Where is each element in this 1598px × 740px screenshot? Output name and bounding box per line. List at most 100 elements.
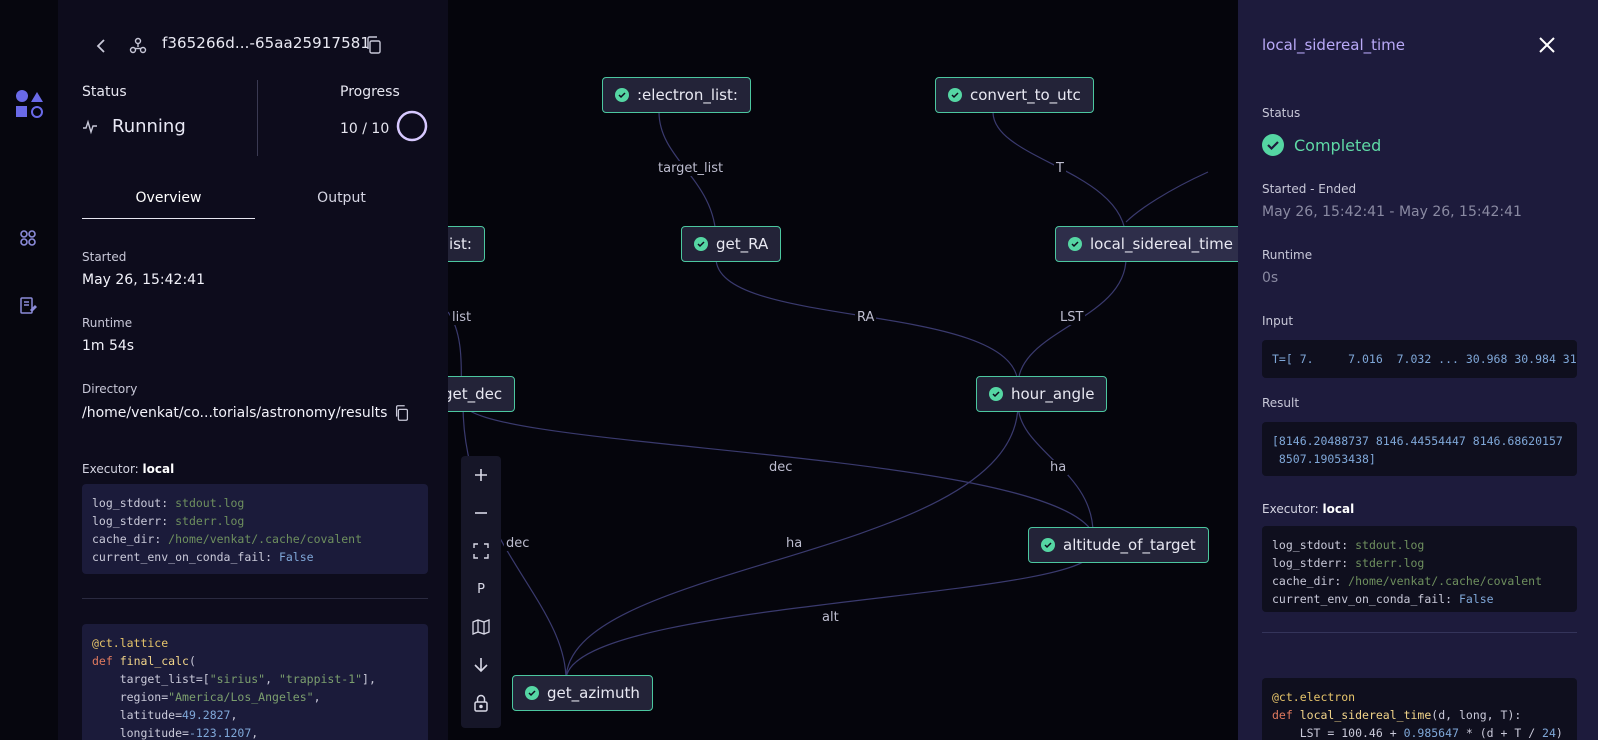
graph-node[interactable]: ist: <box>448 226 485 262</box>
runtime-value: 1m 54s <box>82 338 135 354</box>
config-row: current_env_on_conda_fail: False <box>92 550 314 564</box>
progress-ring <box>396 110 428 142</box>
status-value: Running <box>82 116 186 137</box>
edge-label: dec <box>767 460 795 475</box>
status-value: Completed <box>1262 134 1381 156</box>
graph-node[interactable]: hour_angle <box>976 376 1108 412</box>
result-value: [8146.20488737 8146.44554447 8146.686201… <box>1262 422 1577 476</box>
edge-label: LST <box>1058 310 1086 325</box>
graph-node-selected[interactable]: local_sidereal_time <box>1055 226 1238 262</box>
config-key: cache_dir <box>92 532 155 546</box>
copy-directory-icon[interactable] <box>393 404 411 422</box>
progress-value: 10 / 10 <box>340 121 390 137</box>
code-line: @ct.lattice <box>92 636 169 650</box>
node-label: hour_angle <box>1011 385 1095 403</box>
executor-config: log_stdout: stdout.log log_stderr: stderr… <box>82 484 428 574</box>
edge-label: alt <box>820 610 841 625</box>
edge-label: ha <box>784 536 805 551</box>
config-value: /home/venkat/.cache/covalent <box>1348 574 1543 588</box>
config-key: current_env_on_conda_fail <box>1272 592 1446 606</box>
graph-node[interactable]: get_azimuth <box>512 675 653 711</box>
config-key: current_env_on_conda_fail <box>92 550 266 564</box>
toggle-params-button[interactable]: P <box>461 570 501 608</box>
directory-field: Directory /home/venkat/co...torials/astr… <box>82 382 428 422</box>
check-icon <box>525 686 539 700</box>
check-circle-icon <box>1262 134 1284 156</box>
edge <box>1125 171 1209 223</box>
executor-label: Executor: <box>1262 502 1319 516</box>
code-line: @ct.electron <box>1272 690 1356 704</box>
fullscreen-icon <box>473 543 489 559</box>
edge <box>658 111 717 241</box>
started-field: Started May 26, 15:42:41 <box>82 250 205 288</box>
node-label: get_dec <box>448 385 503 403</box>
code-line: region="America/Los_Angeles", <box>92 690 321 704</box>
graph-node[interactable]: altitude_of_target <box>1028 527 1209 563</box>
download-button[interactable] <box>461 646 501 684</box>
arrow-down-icon <box>474 658 488 673</box>
graph-node[interactable]: get_dec <box>448 376 516 412</box>
started-value: May 26, 15:42:41 <box>82 272 205 288</box>
logs-icon[interactable] <box>14 292 42 320</box>
config-key: log_stderr <box>1272 556 1342 570</box>
graph-node[interactable]: :electron_list: <box>602 77 751 113</box>
dashboard-icon[interactable] <box>14 224 42 252</box>
config-value: stderr.log <box>1355 556 1425 570</box>
runtime-label: Runtime <box>82 316 133 330</box>
dispatch-id: f365266d...-65aa25917581 <box>162 34 370 52</box>
minimap-button[interactable] <box>461 608 501 646</box>
transport-graph-canvas[interactable]: target_list T list RA LST dec ha dec ha … <box>448 0 1238 740</box>
copy-icon <box>367 36 381 54</box>
tab-output[interactable]: Output <box>255 184 428 218</box>
lock-icon <box>474 694 488 712</box>
progress-label: Progress <box>340 84 400 100</box>
zoom-in-button[interactable] <box>461 456 501 494</box>
electron-source-code: @ct.electron def local_sidereal_time(d, l… <box>1262 678 1577 740</box>
config-row: log_stderr: stderr.log <box>92 514 245 528</box>
edge-label: RA <box>855 310 877 325</box>
config-row: cache_dir: /home/venkat/.cache/covalent <box>92 532 363 546</box>
config-row: log_stdout: stdout.log <box>1272 538 1425 552</box>
input-field: Input <box>1262 314 1293 336</box>
close-button[interactable] <box>1536 34 1558 56</box>
status-field: Status <box>1262 106 1300 128</box>
divider <box>82 598 428 599</box>
map-icon <box>472 619 490 635</box>
electron-details-drawer: local_sidereal_time Status Completed Sta… <box>1238 0 1598 740</box>
config-row: cache_dir: /home/venkat/.cache/covalent <box>1272 574 1543 588</box>
covalent-logo-icon[interactable] <box>14 88 44 120</box>
config-value: stdout.log <box>1355 538 1425 552</box>
tab-overview[interactable]: Overview <box>82 184 255 219</box>
dispatch-icon <box>128 36 148 56</box>
node-label: local_sidereal_time <box>1090 235 1233 253</box>
status-text: Running <box>112 116 186 137</box>
zoom-out-button[interactable] <box>461 494 501 532</box>
input-value: T=[ 7. 7.016 7.032 ... 30.968 30.984 31.… <box>1262 340 1577 378</box>
check-icon <box>694 237 708 251</box>
started-ended-field: Started - Ended May 26, 15:42:41 - May 2… <box>1262 182 1522 220</box>
input-text: T=[ 7. 7.016 7.032 ... 30.968 30.984 31.… <box>1272 352 1577 366</box>
back-button[interactable] <box>92 36 112 56</box>
code-line: def local_sidereal_time(d, long, T): <box>1272 708 1522 722</box>
node-label: ist: <box>449 235 472 253</box>
electron-title: local_sidereal_time <box>1262 36 1405 54</box>
code-line: LST = 100.46 + 0.985647 * (d + T / 24) <box>1272 726 1563 740</box>
check-icon <box>615 88 629 102</box>
executor-value: local <box>1322 502 1355 516</box>
divider <box>1262 632 1577 633</box>
config-row: current_env_on_conda_fail: False <box>1272 592 1494 606</box>
node-label: get_RA <box>716 235 769 253</box>
fit-view-button[interactable] <box>461 532 501 570</box>
plus-icon <box>475 469 487 481</box>
result-line: [8146.20488737 8146.44554447 8146.686201… <box>1272 434 1563 448</box>
runtime-label: Runtime <box>1262 248 1313 262</box>
graph-node[interactable]: convert_to_utc <box>935 77 1094 113</box>
result-line: 8507.19053438] <box>1272 452 1376 466</box>
graph-node[interactable]: get_RA <box>681 226 782 262</box>
node-label: :electron_list: <box>637 86 738 104</box>
code-line: target_list=["sirius", "trappist-1"], <box>92 672 376 686</box>
lock-button[interactable] <box>461 684 501 722</box>
node-label: convert_to_utc <box>970 86 1081 104</box>
copy-id-button[interactable] <box>364 35 384 55</box>
executor-heading: Executor: local <box>82 462 174 476</box>
